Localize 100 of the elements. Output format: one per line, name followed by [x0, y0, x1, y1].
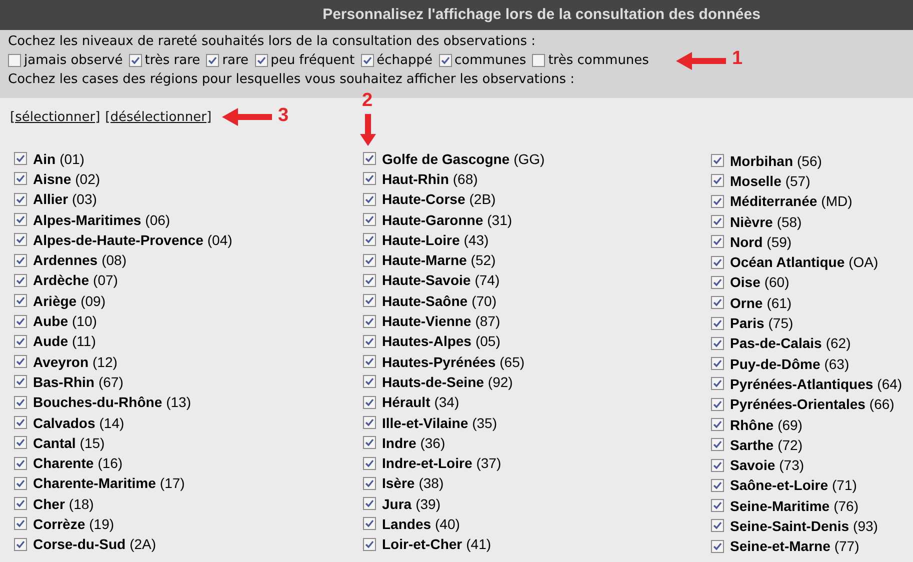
region-code: (70) [472, 292, 496, 309]
checkbox[interactable] [363, 416, 376, 429]
checkbox[interactable] [254, 54, 268, 67]
checkbox[interactable] [363, 233, 376, 246]
checkbox[interactable] [711, 256, 724, 269]
region-code: (12) [92, 354, 118, 370]
checkbox[interactable] [363, 436, 376, 450]
checkbox[interactable] [711, 174, 724, 188]
rarity-label: échappé [376, 52, 433, 70]
checkbox[interactable] [14, 334, 27, 348]
region-code: (52) [470, 252, 496, 268]
annotation-number: 2 [362, 91, 373, 110]
checkbox[interactable] [14, 213, 27, 226]
checkbox[interactable] [711, 276, 724, 289]
region-name: Haute-Saône [382, 292, 468, 309]
region-code: (10) [72, 313, 97, 330]
checkbox[interactable] [14, 274, 27, 287]
arrow-icon [222, 108, 272, 126]
checkbox[interactable] [363, 213, 376, 226]
checkbox[interactable] [711, 296, 724, 310]
region-code: (87) [475, 313, 500, 330]
checkbox[interactable] [711, 316, 724, 330]
region-code: (72) [778, 436, 802, 453]
checkbox[interactable] [711, 215, 724, 228]
checkbox[interactable] [363, 517, 376, 530]
region-name: Corrèze [33, 516, 86, 532]
checkbox[interactable] [14, 233, 27, 246]
checkbox[interactable] [711, 519, 724, 532]
checkbox[interactable] [711, 357, 724, 370]
checkbox[interactable] [14, 152, 27, 166]
region-name: Hautes-Pyrénées [382, 354, 496, 370]
checkbox[interactable] [14, 436, 27, 450]
checkbox[interactable] [14, 497, 27, 510]
checkbox[interactable] [532, 54, 546, 67]
link[interactable]: [désélectionner] [105, 108, 212, 128]
region-name: Paris [730, 315, 764, 332]
checkbox[interactable] [206, 54, 220, 67]
region-code: (MD) [821, 193, 852, 210]
region-name: Pas-de-Calais [730, 335, 822, 352]
checkbox[interactable] [128, 54, 142, 67]
annotation-number: 1 [732, 49, 743, 68]
checkbox[interactable] [14, 254, 27, 267]
checkbox[interactable] [711, 154, 724, 168]
checkbox[interactable] [363, 254, 376, 267]
region-name: Charente-Maritime [33, 475, 156, 492]
checkbox[interactable] [711, 458, 724, 472]
checkbox[interactable] [711, 418, 724, 431]
checkbox[interactable] [363, 396, 376, 409]
checkbox[interactable] [363, 152, 376, 166]
rarity-label: jamais observé [24, 52, 123, 70]
checkbox[interactable] [14, 172, 27, 186]
checkbox[interactable] [14, 375, 27, 388]
checkbox[interactable] [363, 172, 376, 186]
region-code: (74) [474, 272, 500, 288]
checkbox[interactable] [14, 456, 27, 470]
checkbox[interactable] [14, 396, 27, 409]
region-name: Nièvre [730, 214, 773, 230]
checkbox[interactable] [363, 294, 376, 308]
checkbox[interactable] [14, 416, 27, 429]
checkbox[interactable] [14, 355, 27, 368]
region-code: (13) [166, 394, 192, 410]
checkbox[interactable] [438, 54, 452, 67]
checkbox[interactable] [14, 538, 27, 551]
checkbox[interactable] [711, 540, 724, 553]
checkbox[interactable] [711, 478, 724, 492]
checkbox[interactable] [8, 54, 21, 67]
region-name: Indre-et-Loire [382, 455, 472, 472]
checkbox[interactable] [363, 538, 376, 551]
checkbox[interactable] [363, 334, 376, 348]
region-name: Hauts-de-Seine [382, 374, 484, 390]
region-code: (34) [434, 394, 460, 410]
checkbox[interactable] [711, 499, 724, 512]
checkbox[interactable] [363, 314, 376, 328]
checkbox[interactable] [360, 54, 374, 67]
region-name: Cantal [33, 434, 76, 451]
link[interactable]: [sélectionner] [10, 108, 100, 128]
checkbox[interactable] [363, 497, 376, 510]
checkbox[interactable] [14, 517, 27, 530]
checkbox[interactable] [711, 438, 724, 452]
checkbox[interactable] [14, 314, 27, 328]
checkbox[interactable] [363, 456, 376, 470]
checkbox[interactable] [711, 398, 724, 411]
checkbox[interactable] [711, 377, 724, 390]
checkbox[interactable] [14, 192, 27, 206]
region-name: Haute-Loire [382, 232, 460, 248]
checkbox[interactable] [363, 192, 376, 206]
checkbox[interactable] [711, 194, 724, 208]
checkbox[interactable] [363, 355, 376, 368]
checkbox[interactable] [14, 476, 27, 490]
annotation-number: 3 [278, 106, 289, 125]
region-code: (67) [98, 374, 124, 390]
checkbox[interactable] [711, 336, 724, 350]
arrow-icon [360, 114, 376, 146]
region-code: (73) [779, 457, 804, 474]
checkbox[interactable] [363, 375, 376, 388]
checkbox[interactable] [711, 235, 724, 248]
region-name: Saône-et-Loire [730, 477, 828, 494]
checkbox[interactable] [363, 274, 376, 287]
checkbox[interactable] [363, 476, 376, 490]
checkbox[interactable] [14, 294, 27, 308]
